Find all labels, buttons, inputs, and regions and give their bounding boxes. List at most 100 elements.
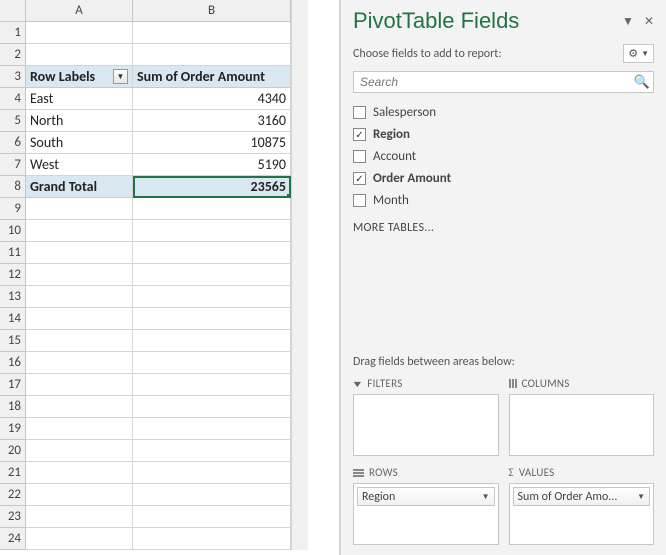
pivot-row-label[interactable]: North — [26, 110, 133, 132]
empty-cell[interactable] — [133, 440, 291, 462]
row-header[interactable]: 16 — [0, 352, 26, 374]
field-row[interactable]: Month — [353, 189, 654, 211]
empty-cell[interactable] — [133, 528, 291, 550]
row-header[interactable]: 3 — [0, 66, 26, 88]
cell-grid[interactable]: AB123Row Labels▼Sum of Order Amount4East… — [0, 0, 291, 550]
row-header[interactable]: 15 — [0, 330, 26, 352]
empty-cell[interactable] — [26, 286, 133, 308]
row-header[interactable]: 11 — [0, 242, 26, 264]
empty-cell[interactable] — [133, 198, 291, 220]
row-header[interactable]: 1 — [0, 22, 26, 44]
empty-cell[interactable] — [133, 220, 291, 242]
close-icon[interactable]: ✕ — [644, 14, 654, 29]
empty-cell[interactable] — [26, 506, 133, 528]
empty-cell[interactable] — [133, 44, 291, 66]
area-field-pill[interactable]: Sum of Order Amo...▼ — [513, 487, 651, 506]
pivot-row-label[interactable]: South — [26, 132, 133, 154]
field-row[interactable]: Account — [353, 145, 654, 167]
empty-cell[interactable] — [133, 330, 291, 352]
empty-cell[interactable] — [26, 396, 133, 418]
row-header[interactable]: 20 — [0, 440, 26, 462]
search-icon[interactable]: 🔍 — [631, 75, 653, 90]
area-field-pill[interactable]: Region▼ — [357, 487, 495, 506]
empty-cell[interactable] — [26, 440, 133, 462]
row-header[interactable]: 24 — [0, 528, 26, 550]
empty-cell[interactable] — [26, 418, 133, 440]
row-header[interactable]: 2 — [0, 44, 26, 66]
empty-cell[interactable] — [26, 528, 133, 550]
field-search[interactable]: 🔍 — [353, 71, 654, 93]
row-labels-header-cell[interactable]: Row Labels▼ — [26, 66, 133, 88]
pivot-row-value[interactable]: 3160 — [133, 110, 291, 132]
field-row[interactable]: Region — [353, 123, 654, 145]
row-labels-filter-button[interactable]: ▼ — [113, 69, 128, 84]
pivot-row-label[interactable]: West — [26, 154, 133, 176]
field-checkbox[interactable] — [353, 128, 366, 141]
row-header[interactable]: 18 — [0, 396, 26, 418]
chevron-down-icon[interactable]: ▼ — [482, 492, 490, 502]
field-checkbox[interactable] — [353, 172, 366, 185]
empty-cell[interactable] — [133, 22, 291, 44]
grand-total-value-cell[interactable]: 23565 — [133, 176, 291, 198]
empty-cell[interactable] — [133, 352, 291, 374]
empty-cell[interactable] — [133, 308, 291, 330]
empty-cell[interactable] — [26, 22, 133, 44]
fill-handle[interactable] — [287, 194, 291, 198]
column-header[interactable]: B — [133, 0, 291, 22]
row-header[interactable]: 19 — [0, 418, 26, 440]
empty-cell[interactable] — [133, 484, 291, 506]
empty-cell[interactable] — [26, 220, 133, 242]
field-checkbox[interactable] — [353, 194, 366, 207]
pivot-row-value[interactable]: 10875 — [133, 132, 291, 154]
field-checkbox[interactable] — [353, 150, 366, 163]
pivot-row-value[interactable]: 4340 — [133, 88, 291, 110]
columns-dropzone[interactable] — [509, 394, 655, 456]
search-input[interactable] — [354, 73, 631, 91]
empty-cell[interactable] — [26, 484, 133, 506]
field-row[interactable]: Salesperson — [353, 101, 654, 123]
row-header[interactable]: 21 — [0, 462, 26, 484]
select-all-corner[interactable] — [0, 0, 26, 22]
row-header[interactable]: 8 — [0, 176, 26, 198]
row-header[interactable]: 7 — [0, 154, 26, 176]
sum-header-cell[interactable]: Sum of Order Amount — [133, 66, 291, 88]
empty-cell[interactable] — [26, 330, 133, 352]
vertical-scrollbar[interactable] — [291, 0, 308, 550]
empty-cell[interactable] — [26, 242, 133, 264]
empty-cell[interactable] — [26, 198, 133, 220]
field-row[interactable]: Order Amount — [353, 167, 654, 189]
chevron-down-icon[interactable]: ▼ — [637, 492, 645, 502]
row-header[interactable]: 22 — [0, 484, 26, 506]
empty-cell[interactable] — [26, 462, 133, 484]
empty-cell[interactable] — [26, 374, 133, 396]
row-header[interactable]: 14 — [0, 308, 26, 330]
empty-cell[interactable] — [133, 418, 291, 440]
row-header[interactable]: 13 — [0, 286, 26, 308]
row-header[interactable]: 4 — [0, 88, 26, 110]
empty-cell[interactable] — [26, 264, 133, 286]
panel-dropdown-icon[interactable]: ▼ — [622, 14, 634, 29]
row-header[interactable]: 23 — [0, 506, 26, 528]
field-checkbox[interactable] — [353, 106, 366, 119]
empty-cell[interactable] — [133, 242, 291, 264]
row-header[interactable]: 5 — [0, 110, 26, 132]
row-header[interactable]: 9 — [0, 198, 26, 220]
empty-cell[interactable] — [133, 462, 291, 484]
empty-cell[interactable] — [133, 286, 291, 308]
values-dropzone[interactable]: Sum of Order Amo...▼ — [509, 483, 655, 545]
empty-cell[interactable] — [133, 396, 291, 418]
filters-dropzone[interactable] — [353, 394, 499, 456]
pivot-row-value[interactable]: 5190 — [133, 154, 291, 176]
more-tables-link[interactable]: MORE TABLES... — [353, 221, 654, 235]
row-header[interactable]: 6 — [0, 132, 26, 154]
column-header[interactable]: A — [26, 0, 133, 22]
panel-settings-button[interactable]: ⚙ ▼ — [623, 44, 654, 63]
empty-cell[interactable] — [26, 44, 133, 66]
row-header[interactable]: 12 — [0, 264, 26, 286]
empty-cell[interactable] — [133, 264, 291, 286]
rows-dropzone[interactable]: Region▼ — [353, 483, 499, 545]
empty-cell[interactable] — [133, 374, 291, 396]
row-header[interactable]: 10 — [0, 220, 26, 242]
pivot-row-label[interactable]: East — [26, 88, 133, 110]
empty-cell[interactable] — [133, 506, 291, 528]
